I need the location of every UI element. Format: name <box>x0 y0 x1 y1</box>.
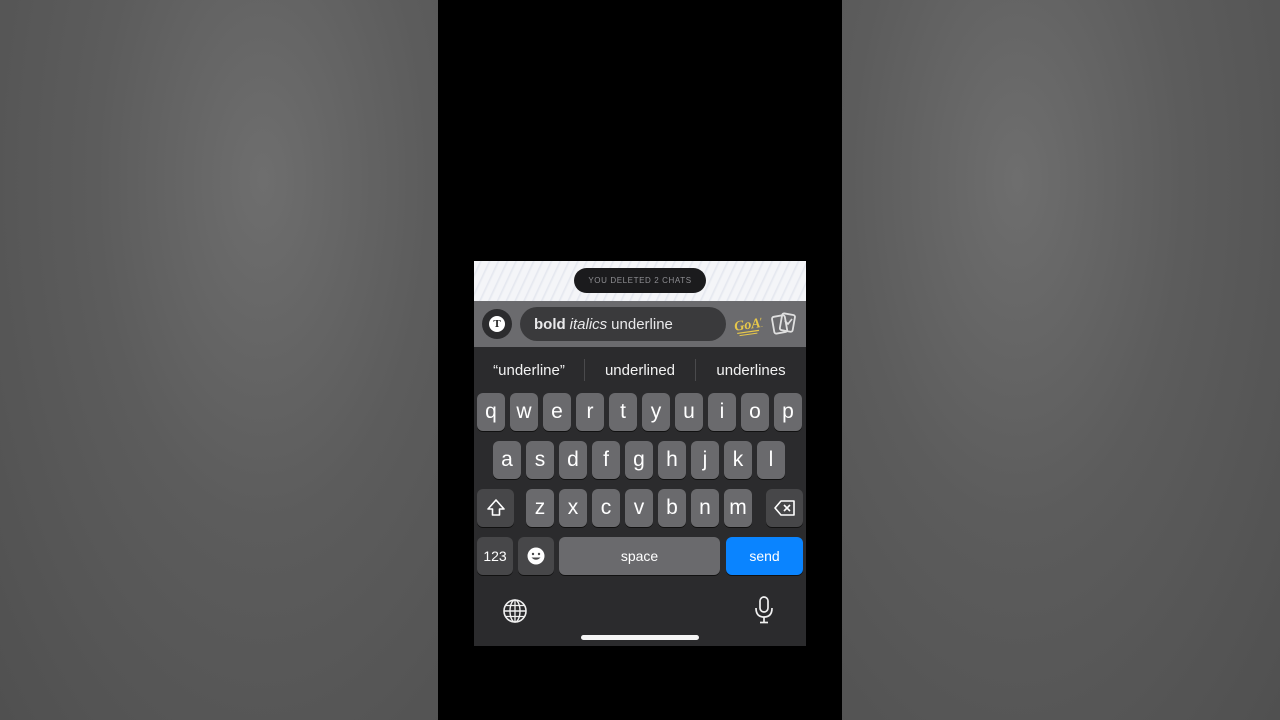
suggestion-2[interactable]: underlined <box>585 362 695 379</box>
compose-bar: T bold italics underline GoAT <box>474 301 806 347</box>
phone-frame: YOU DELETED 2 CHATS T bold italics under… <box>438 0 842 720</box>
key-f[interactable]: f <box>592 441 620 479</box>
deleted-chats-toast: YOU DELETED 2 CHATS <box>574 268 706 293</box>
key-z[interactable]: z <box>526 489 554 527</box>
key-x[interactable]: x <box>559 489 587 527</box>
key-p[interactable]: p <box>774 393 802 431</box>
input-plain-text: underline <box>611 315 673 333</box>
text-format-button[interactable]: T <box>482 309 512 339</box>
key-b[interactable]: b <box>658 489 686 527</box>
key-l[interactable]: l <box>757 441 785 479</box>
key-n[interactable]: n <box>691 489 719 527</box>
backspace-icon <box>773 500 795 516</box>
key-v[interactable]: v <box>625 489 653 527</box>
send-button[interactable]: send <box>726 537 803 575</box>
key-e[interactable]: e <box>543 393 571 431</box>
key-m[interactable]: m <box>724 489 752 527</box>
phone-screen: YOU DELETED 2 CHATS T bold italics under… <box>474 261 806 646</box>
key-c[interactable]: c <box>592 489 620 527</box>
key-k[interactable]: k <box>724 441 752 479</box>
shift-icon <box>486 499 505 516</box>
key-g[interactable]: g <box>625 441 653 479</box>
suggestion-bar: “underline” underlined underlines <box>474 347 806 393</box>
chat-area: YOU DELETED 2 CHATS <box>474 261 806 301</box>
goat-sticker-icon[interactable]: GoAT <box>730 309 764 339</box>
key-y[interactable]: y <box>642 393 670 431</box>
key-a[interactable]: a <box>493 441 521 479</box>
key-i[interactable]: i <box>708 393 736 431</box>
key-s[interactable]: s <box>526 441 554 479</box>
text-format-icon: T <box>489 316 505 332</box>
shift-key[interactable] <box>477 489 514 527</box>
message-input[interactable]: bold italics underline <box>520 307 726 341</box>
key-r[interactable]: r <box>576 393 604 431</box>
microphone-icon[interactable] <box>752 595 776 625</box>
key-w[interactable]: w <box>510 393 538 431</box>
space-key[interactable]: space <box>559 537 720 575</box>
key-t[interactable]: t <box>609 393 637 431</box>
suggestion-1[interactable]: “underline” <box>474 362 584 379</box>
key-d[interactable]: d <box>559 441 587 479</box>
background-left <box>0 0 438 720</box>
globe-icon[interactable] <box>501 597 529 625</box>
emoji-key[interactable] <box>518 537 554 575</box>
cards-icon[interactable] <box>770 311 798 337</box>
numbers-key[interactable]: 123 <box>477 537 513 575</box>
input-italic-text: italics <box>569 315 608 333</box>
keyboard: “underline” underlined underlines q w e … <box>474 347 806 646</box>
input-bold-text: bold <box>534 315 566 333</box>
home-indicator[interactable] <box>581 635 699 640</box>
key-u[interactable]: u <box>675 393 703 431</box>
background-right <box>842 0 1280 720</box>
key-j[interactable]: j <box>691 441 719 479</box>
suggestion-3[interactable]: underlines <box>696 362 806 379</box>
key-o[interactable]: o <box>741 393 769 431</box>
key-q[interactable]: q <box>477 393 505 431</box>
key-h[interactable]: h <box>658 441 686 479</box>
emoji-icon <box>527 547 545 565</box>
backspace-key[interactable] <box>766 489 803 527</box>
